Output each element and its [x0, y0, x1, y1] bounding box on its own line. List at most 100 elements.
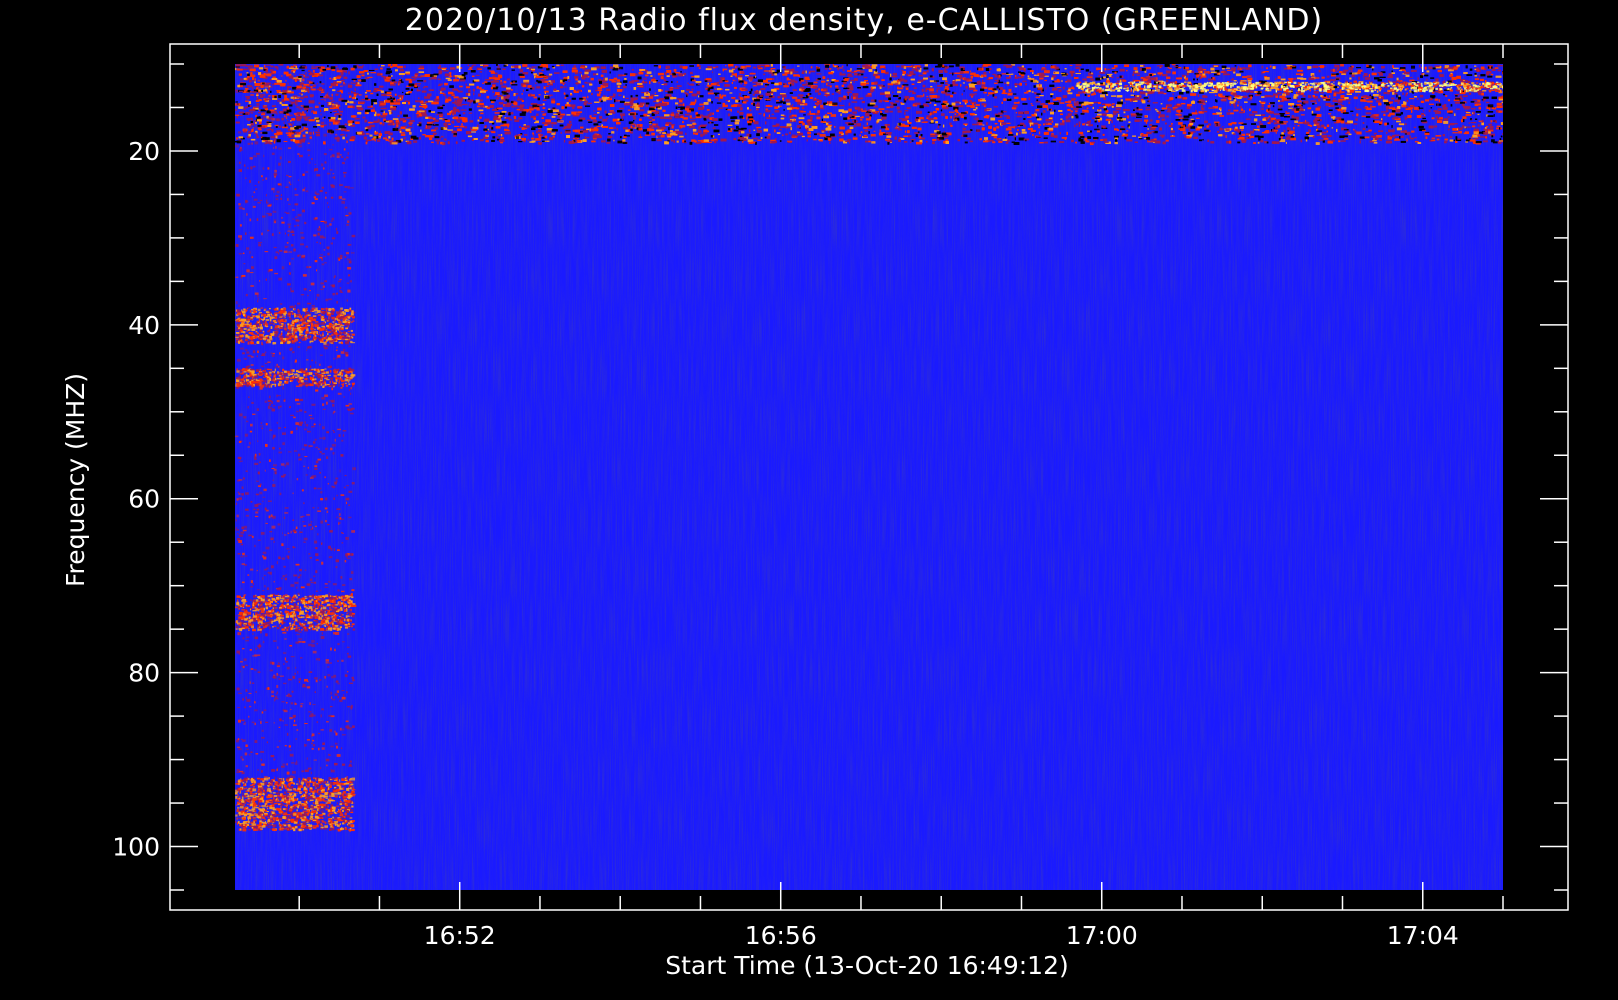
heatmap-cell	[269, 817, 272, 820]
heatmap-cell	[253, 307, 255, 310]
heatmap-cell	[343, 158, 346, 161]
heatmap-cell	[281, 628, 286, 631]
heatmap-cell	[286, 336, 290, 338]
heatmap-cell	[277, 183, 281, 185]
heatmap-cell	[281, 781, 285, 785]
heatmap-cell	[254, 701, 256, 704]
heatmap-cell	[308, 598, 312, 601]
heatmap-cell	[291, 335, 294, 337]
heatmap-cell	[288, 225, 291, 229]
heatmap-cell	[340, 598, 345, 601]
heatmap-cell	[340, 291, 343, 293]
heatmap-cell	[247, 611, 252, 615]
heatmap-cell	[351, 310, 354, 313]
heatmap-cell	[350, 829, 355, 832]
heatmap-cell	[317, 781, 321, 784]
heatmap-cell	[270, 565, 274, 569]
heatmap-cell	[276, 307, 279, 310]
heatmap-cell	[236, 514, 239, 518]
heatmap-cell	[238, 148, 243, 152]
heatmap-cell	[300, 516, 303, 518]
heatmap-cell	[351, 589, 355, 592]
heatmap-cell	[300, 599, 303, 602]
heatmap-cell	[342, 600, 344, 603]
heatmap-cell	[345, 537, 350, 540]
heatmap-cell	[326, 335, 328, 338]
heatmap-cell	[249, 323, 252, 325]
heatmap-cell	[335, 559, 340, 563]
heatmap-cell	[242, 817, 246, 821]
heatmap-cell	[261, 816, 264, 818]
heatmap-cell	[282, 808, 286, 811]
heatmap-cell	[315, 600, 318, 602]
heatmap-cell	[349, 763, 352, 767]
heatmap-cell	[333, 338, 337, 342]
heatmap-cell	[347, 794, 352, 798]
heatmap-cell	[259, 491, 263, 495]
heatmap-cell	[263, 605, 265, 608]
heatmap-cell	[278, 817, 282, 820]
heatmap-cell	[267, 617, 270, 620]
heatmap-cell	[273, 468, 277, 471]
heatmap-cell	[258, 241, 262, 244]
heatmap-cell	[314, 691, 317, 693]
heatmap-cell	[331, 788, 336, 791]
heatmap-cell	[324, 792, 328, 796]
heatmap-cell	[301, 817, 305, 820]
heatmap-cell	[345, 382, 347, 384]
heatmap-cell	[336, 754, 341, 757]
heatmap-cell	[251, 777, 254, 781]
heatmap-cell	[331, 675, 334, 679]
heatmap-cell	[344, 309, 348, 312]
heatmap-cell	[315, 361, 317, 364]
heatmap-cell	[320, 803, 324, 807]
heatmap-cell	[322, 315, 325, 318]
heatmap-cell	[240, 335, 245, 337]
heatmap-cell	[243, 84, 246, 88]
heatmap-cell	[297, 592, 300, 595]
heatmap-cell	[249, 681, 251, 684]
heatmap-cell	[288, 114, 293, 117]
heatmap-cell	[314, 628, 317, 630]
heatmap-cell	[341, 734, 346, 736]
heatmap-cell	[282, 823, 287, 825]
heatmap-cell	[238, 497, 243, 500]
heatmap-cell	[326, 627, 329, 631]
heatmap-cell	[333, 176, 336, 179]
heatmap-cell	[292, 320, 295, 323]
heatmap-cell	[323, 312, 325, 315]
heatmap-cell	[349, 318, 351, 321]
heatmap-cell	[255, 123, 257, 126]
heatmap-cell	[245, 373, 248, 376]
heatmap-cell	[240, 799, 242, 802]
heatmap-cell	[278, 678, 280, 680]
heatmap-cell	[310, 309, 314, 312]
heatmap-cell	[289, 611, 294, 613]
heatmap-cell	[313, 581, 316, 584]
heatmap-cell	[307, 346, 312, 349]
heatmap-cell	[265, 606, 269, 610]
heatmap-cell	[239, 806, 244, 809]
heatmap-cell	[332, 618, 335, 620]
heatmap-cell	[323, 345, 325, 348]
heatmap-cell	[256, 777, 260, 780]
heatmap-cell	[294, 314, 296, 318]
heatmap-cell	[322, 369, 325, 371]
heatmap-cell	[346, 814, 351, 818]
heatmap-cell	[311, 526, 314, 529]
heatmap-cell	[297, 797, 299, 801]
heatmap-cell	[243, 779, 247, 782]
heatmap-cell	[337, 280, 341, 283]
heatmap-cell	[338, 330, 341, 333]
heatmap-cell	[247, 142, 251, 145]
heatmap-cell	[342, 787, 345, 791]
heatmap-cell	[314, 525, 317, 527]
heatmap-cell	[238, 327, 241, 329]
heatmap-cell	[313, 382, 317, 385]
heatmap-cell	[323, 609, 327, 612]
heatmap-cell	[262, 810, 264, 813]
heatmap-cell	[239, 796, 241, 799]
heatmap-cell	[235, 820, 237, 824]
heatmap-cell	[271, 187, 275, 191]
heatmap-cell	[312, 131, 315, 135]
